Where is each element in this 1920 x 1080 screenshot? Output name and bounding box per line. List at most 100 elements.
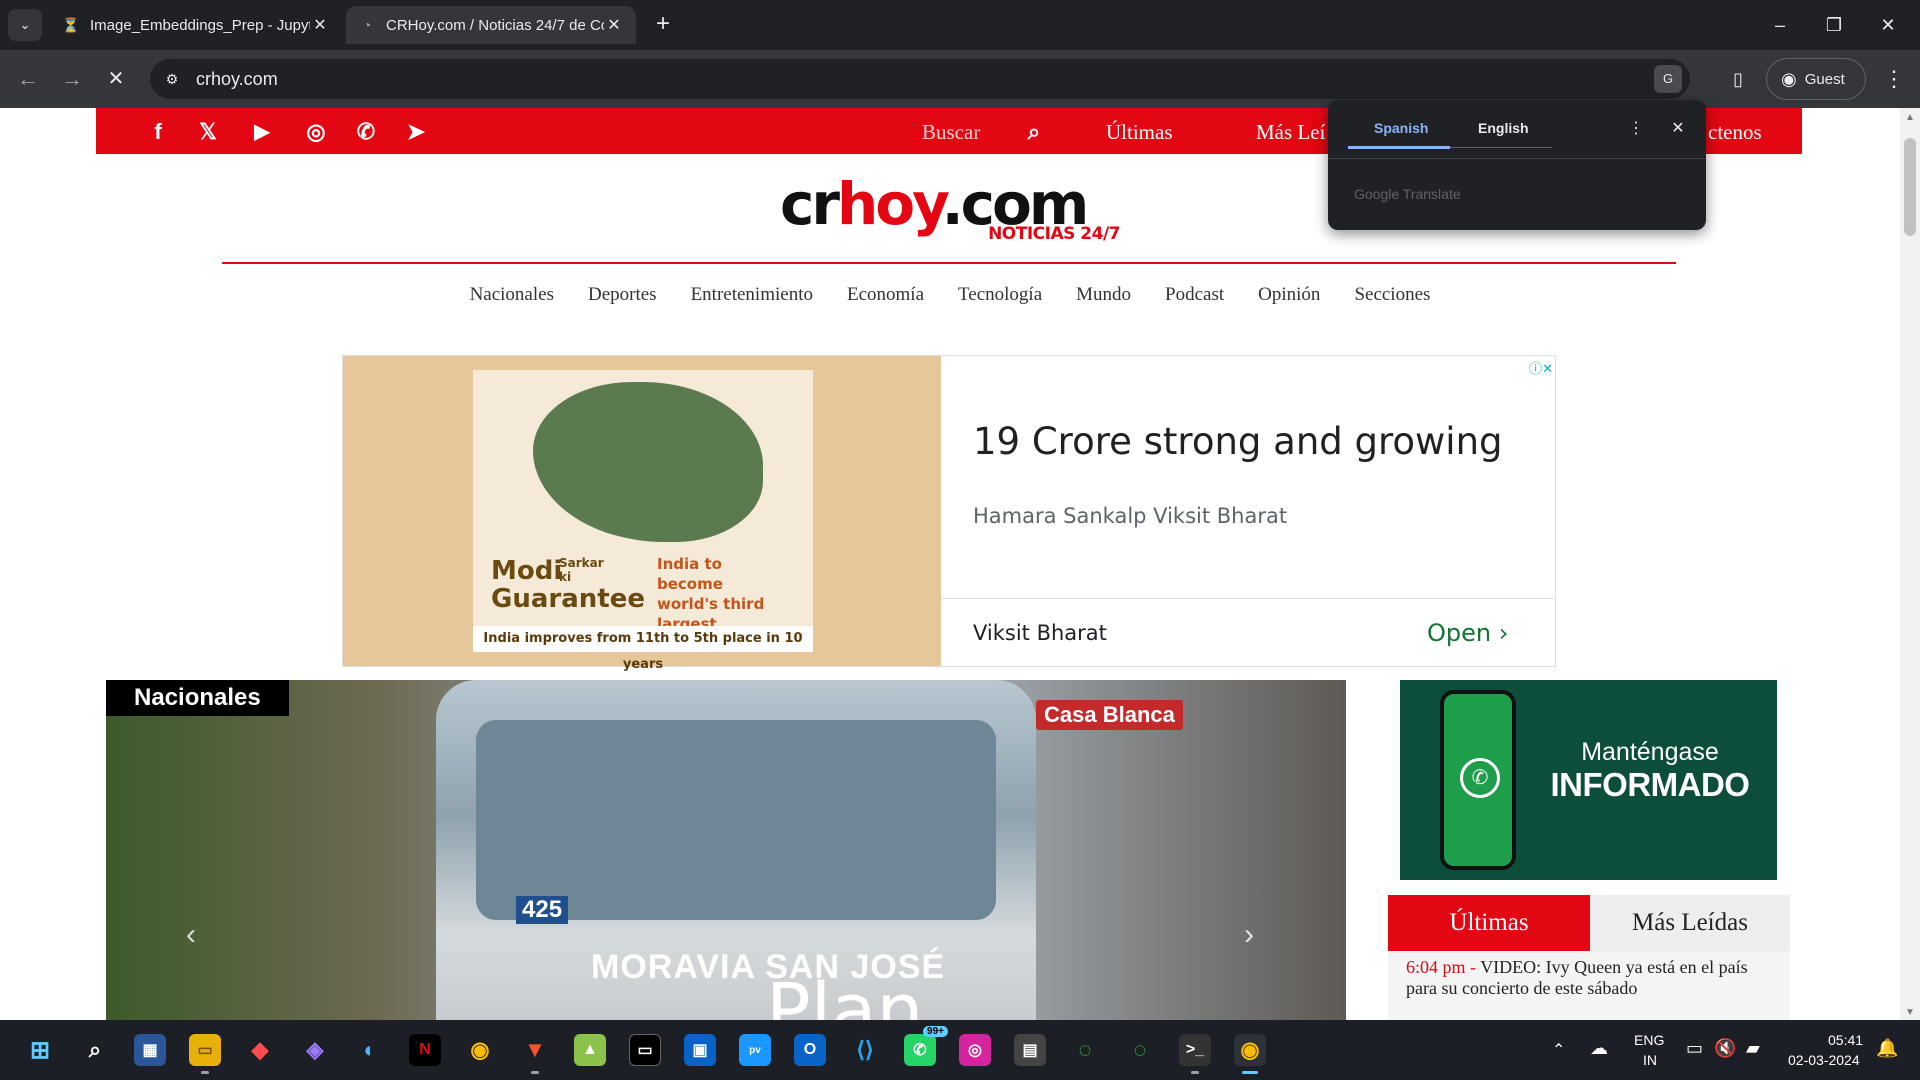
ad-headline[interactable]: 19 Crore strong and growing (973, 420, 1503, 463)
url-text[interactable]: crhoy.com (196, 69, 278, 90)
terminal-icon[interactable]: >_ (1179, 1034, 1211, 1074)
address-bar[interactable]: ⚙ crhoy.com G (150, 59, 1690, 99)
search-label[interactable]: Buscar (922, 120, 980, 145)
nav-item-secciones[interactable]: Secciones (1354, 284, 1430, 306)
menu-icon[interactable]: ⋮ (1878, 63, 1910, 95)
notification-bell-icon[interactable]: 🔔 (1876, 1038, 1898, 1059)
nav-item-entretenimiento[interactable]: Entretenimiento (691, 284, 813, 306)
language-indicator[interactable]: IN (1643, 1052, 1657, 1068)
chrome-icon[interactable]: ◉ (1234, 1034, 1266, 1074)
site-logo[interactable]: crhoy.com NOTICIAS 24/7 (780, 170, 1120, 248)
app-ring-icon[interactable]: ◌ (1069, 1034, 1101, 1066)
chrome-icon[interactable]: ◉ (464, 1034, 496, 1066)
nav-item-mundo[interactable]: Mundo (1076, 284, 1131, 306)
tab-crhoy[interactable]: ◔ CRHoy.com / Noticias 24/7 de Costa Ric… (346, 6, 636, 44)
clock-time[interactable]: 05:41 (1828, 1032, 1863, 1048)
ad-image[interactable]: Modi Sarkar ki Guarantee India to become… (343, 356, 941, 672)
minimize-button[interactable]: – (1758, 8, 1802, 42)
facebook-icon[interactable]: f (144, 118, 172, 146)
tab-search-button[interactable]: ⌄ (8, 9, 42, 41)
whatsapp-icon[interactable]: ✆ (352, 118, 380, 146)
profile-button[interactable]: ◉ Guest (1766, 58, 1866, 100)
youtube-icon[interactable]: ▶ (248, 118, 276, 146)
nav-item-deportes[interactable]: Deportes (588, 284, 657, 306)
app-diamond-icon[interactable]: ◆ (244, 1034, 276, 1066)
scrollbar-thumb[interactable] (1904, 138, 1916, 236)
widgets-icon[interactable]: ▦ (134, 1034, 166, 1066)
search-icon[interactable]: ⌕ (79, 1034, 111, 1066)
link-contactenos[interactable]: ctenos (1708, 120, 1762, 145)
brave-icon[interactable]: ▼ (519, 1034, 551, 1074)
page-scrollbar[interactable]: ▲ ▼ (1900, 108, 1920, 1020)
telegram-icon[interactable]: ➤ (402, 118, 430, 146)
nav-item-nacionales[interactable]: Nacionales (470, 284, 554, 306)
edge-icon[interactable]: ◐ (354, 1034, 386, 1066)
news-time: 6:04 pm - (1406, 957, 1476, 977)
store-icon[interactable]: ▣ (684, 1034, 716, 1066)
prime-video-icon[interactable]: pv (739, 1034, 771, 1066)
network-icon[interactable]: ▭ (1686, 1038, 1703, 1059)
clock-date[interactable]: 02-03-2024 (1788, 1052, 1860, 1068)
onedrive-icon[interactable]: ☁ (1590, 1038, 1608, 1059)
chevron-up-icon[interactable]: ⌃ (1552, 1040, 1565, 1060)
whatsapp-promo-banner[interactable]: ✆ Manténgase INFORMADO (1400, 680, 1777, 880)
restore-button[interactable]: ❐ (1812, 8, 1856, 42)
link-ultimas[interactable]: Últimas (1106, 120, 1173, 145)
outlook-icon[interactable]: O (794, 1034, 826, 1066)
back-button[interactable]: ← (12, 63, 44, 95)
adchoices-icon[interactable]: ⓘ✕ (1515, 358, 1553, 376)
hero-headline[interactable]: Plan (766, 968, 923, 1020)
instagram-icon[interactable]: ◎ (959, 1034, 991, 1066)
ad-poster-text: Guarantee (491, 584, 645, 614)
translate-icon[interactable]: G (1654, 65, 1682, 93)
instagram-icon[interactable]: ◎ (302, 118, 330, 146)
search-icon[interactable]: ⌕ (1020, 118, 1048, 146)
tab-mas-leidas[interactable]: Más Leídas (1590, 895, 1790, 951)
translate-source-lang[interactable]: Spanish (1374, 120, 1428, 136)
chevron-left-icon[interactable]: ‹ (186, 918, 196, 952)
nav-item-podcast[interactable]: Podcast (1165, 284, 1224, 306)
language-indicator[interactable]: ENG (1634, 1032, 1664, 1048)
vscode-icon[interactable]: ⟨⟩ (849, 1034, 881, 1066)
windows-start-icon[interactable]: ⊞ (24, 1034, 56, 1066)
nav-item-tecnologia[interactable]: Tecnología (958, 284, 1042, 306)
netflix-icon[interactable]: N (409, 1034, 441, 1066)
chevron-right-icon[interactable]: › (1244, 918, 1254, 952)
tab-ultimas[interactable]: Últimas (1388, 895, 1590, 951)
close-window-button[interactable]: ✕ (1866, 8, 1910, 42)
copilot-icon[interactable]: ◈ (299, 1034, 331, 1066)
app-window-icon[interactable]: ▤ (1014, 1034, 1046, 1066)
forward-button[interactable]: → (56, 63, 88, 95)
tab-jupyter[interactable]: ⏳ Image_Embeddings_Prep - Jupyter ✕ (50, 6, 342, 44)
list-item[interactable]: 6:04 pm - VIDEO: Ivy Queen ya está en el… (1388, 951, 1790, 1020)
app-ring-icon[interactable]: ◌ (1124, 1034, 1156, 1066)
more-options-icon[interactable]: ⋮ (1626, 118, 1646, 138)
nav-item-opinion[interactable]: Opinión (1258, 284, 1320, 306)
new-tab-button[interactable]: + (648, 10, 678, 40)
translate-target-lang[interactable]: English (1478, 120, 1529, 136)
battery-icon[interactable]: ▰ (1746, 1038, 1760, 1059)
scroll-down-icon[interactable]: ▼ (1900, 1007, 1920, 1018)
photos-icon[interactable]: ▲ (574, 1034, 606, 1066)
close-tab-icon[interactable]: ✕ (310, 15, 330, 35)
side-panel-icon[interactable]: ▯ (1722, 63, 1754, 95)
windows-taskbar: ⊞ ⌕ ▦ ▭ ◆ ◈ ◐ N ◉ ▼ ▲ ▭ ▣ pv O ⟨⟩ ✆ 99+ ◎… (0, 1020, 1920, 1080)
terminal-icon[interactable]: ▭ (629, 1034, 661, 1066)
nav-item-economia[interactable]: Economía (847, 284, 924, 306)
volume-muted-icon[interactable]: 🔇 (1714, 1038, 1736, 1059)
close-icon[interactable]: ✕ (1668, 118, 1688, 138)
ad-subline: Hamara Sankalp Viksit Bharat (973, 504, 1288, 528)
ad-open-button[interactable]: Open › (1427, 619, 1508, 647)
whatsapp-icon[interactable]: ✆ 99+ (904, 1026, 948, 1066)
file-explorer-icon[interactable]: ▭ (189, 1034, 221, 1074)
scroll-up-icon[interactable]: ▲ (1900, 112, 1920, 123)
stop-loading-button[interactable]: ✕ (100, 63, 132, 95)
link-mas-leidas[interactable]: Más Leí (1256, 120, 1325, 145)
advertisement[interactable]: Modi Sarkar ki Guarantee India to become… (342, 355, 1556, 672)
hero-route-number: 425 (516, 896, 569, 924)
site-info-icon[interactable]: ⚙ (160, 67, 184, 91)
hero-category[interactable]: Nacionales (106, 680, 289, 716)
x-twitter-icon[interactable]: 𝕏 (194, 118, 222, 146)
hero-slider[interactable]: Casa Blanca 425 MORAVIA SAN JOSÉ Plan Na… (106, 680, 1346, 1020)
close-tab-icon[interactable]: ✕ (604, 15, 624, 35)
